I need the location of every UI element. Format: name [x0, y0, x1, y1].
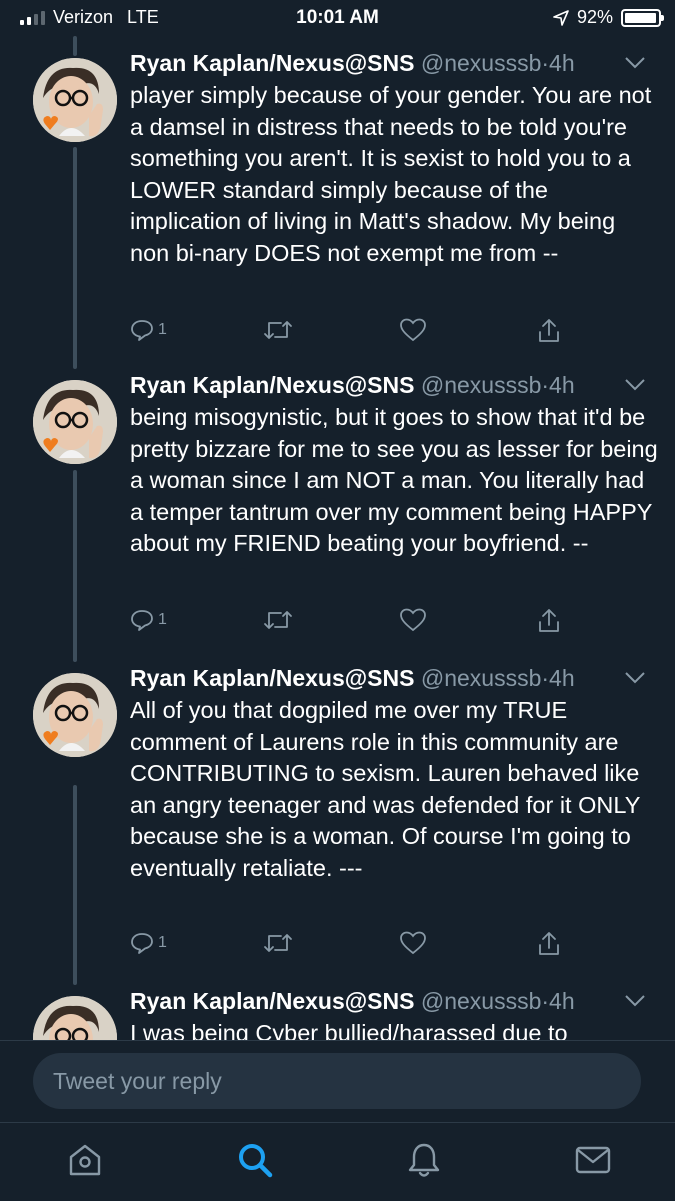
thread-line	[73, 36, 77, 56]
tweet-actions: 1	[130, 318, 570, 348]
reply-button[interactable]: 1	[130, 608, 167, 632]
reply-input[interactable]: Tweet your reply	[33, 1053, 641, 1109]
heart-icon	[400, 608, 426, 632]
home-icon	[69, 1144, 101, 1176]
tweet-header: Ryan Kaplan/Nexus@SNS @nexusssb·4h	[130, 50, 575, 77]
tab-messages[interactable]	[574, 1141, 612, 1184]
display-name[interactable]: Ryan Kaplan/Nexus@SNS	[130, 988, 414, 1014]
share-button[interactable]	[537, 318, 561, 344]
tweet-text: All of you that dogpiled me over my TRUE…	[130, 697, 640, 881]
tweet-text: being misogynistic, but it goes to show …	[130, 404, 658, 556]
battery-percent: 92%	[576, 7, 613, 27]
reply-count: 1	[158, 321, 167, 338]
tab-search[interactable]	[236, 1141, 274, 1184]
thread-line	[73, 147, 77, 369]
timestamp: 4h	[549, 665, 575, 691]
handle[interactable]: @nexusssb	[421, 665, 542, 691]
separator: ·	[541, 50, 550, 76]
timestamp: 4h	[549, 50, 575, 76]
reply-count: 1	[158, 934, 167, 951]
tab-home[interactable]	[66, 1141, 104, 1184]
battery-icon	[621, 8, 664, 27]
like-button[interactable]	[400, 318, 426, 342]
retweet-button[interactable]	[263, 608, 293, 632]
avatar[interactable]	[33, 58, 117, 142]
timestamp: 4h	[549, 372, 575, 398]
thread-line	[73, 785, 77, 985]
notifications-icon	[408, 1143, 440, 1177]
heart-icon	[400, 931, 426, 955]
heart-icon	[400, 318, 426, 342]
share-button[interactable]	[537, 931, 561, 957]
separator: ·	[541, 372, 550, 398]
timestamp: 4h	[549, 988, 575, 1014]
retweet-icon	[264, 611, 292, 629]
share-button[interactable]	[537, 608, 561, 634]
tweet-header: Ryan Kaplan/Nexus@SNS @nexusssb·4h	[130, 988, 575, 1015]
tweet-actions: 1	[130, 931, 570, 961]
status-right: 92%	[553, 7, 664, 28]
tab-bar	[0, 1122, 675, 1201]
reply-icon	[131, 320, 153, 341]
share-icon	[539, 609, 559, 632]
avatar-image	[33, 58, 117, 142]
share-icon	[539, 319, 559, 342]
reply-composer: Tweet your reply	[0, 1040, 675, 1123]
display-name[interactable]: Ryan Kaplan/Nexus@SNS	[130, 665, 414, 691]
handle[interactable]: @nexusssb	[421, 988, 542, 1014]
chevron-down-icon[interactable]	[624, 994, 646, 1008]
messages-icon	[575, 1146, 611, 1174]
avatar[interactable]	[33, 380, 117, 464]
chevron-down-icon[interactable]	[624, 56, 646, 70]
avatar[interactable]	[33, 673, 117, 757]
share-icon	[539, 932, 559, 955]
search-icon	[239, 1144, 273, 1178]
separator: ·	[541, 665, 550, 691]
display-name[interactable]: Ryan Kaplan/Nexus@SNS	[130, 50, 414, 76]
like-button[interactable]	[400, 608, 426, 632]
status-bar: Verizon LTE 10:01 AM 92%	[0, 0, 675, 36]
reply-icon	[131, 933, 153, 954]
handle[interactable]: @nexusssb	[421, 50, 542, 76]
retweet-icon	[264, 321, 292, 339]
avatar-image	[33, 673, 117, 757]
tweet-header: Ryan Kaplan/Nexus@SNS @nexusssb·4h	[130, 665, 575, 692]
tweet-text: player simply because of your gender. Yo…	[130, 82, 652, 266]
separator: ·	[541, 988, 550, 1014]
like-button[interactable]	[400, 931, 426, 955]
retweet-button[interactable]	[263, 318, 293, 342]
retweet-icon	[264, 934, 292, 952]
tab-notifications[interactable]	[405, 1141, 443, 1184]
reply-count: 1	[158, 611, 167, 628]
thread-line	[73, 470, 77, 662]
tweet-header: Ryan Kaplan/Nexus@SNS @nexusssb·4h	[130, 372, 575, 399]
tweet-actions: 1	[130, 608, 570, 638]
chevron-down-icon[interactable]	[624, 378, 646, 392]
handle[interactable]: @nexusssb	[421, 372, 542, 398]
reply-button[interactable]: 1	[130, 931, 167, 955]
avatar-image	[33, 380, 117, 464]
chevron-down-icon[interactable]	[624, 671, 646, 685]
reply-icon	[131, 610, 153, 631]
reply-button[interactable]: 1	[130, 318, 167, 342]
display-name[interactable]: Ryan Kaplan/Nexus@SNS	[130, 372, 414, 398]
retweet-button[interactable]	[263, 931, 293, 955]
location-arrow-icon	[553, 9, 569, 26]
